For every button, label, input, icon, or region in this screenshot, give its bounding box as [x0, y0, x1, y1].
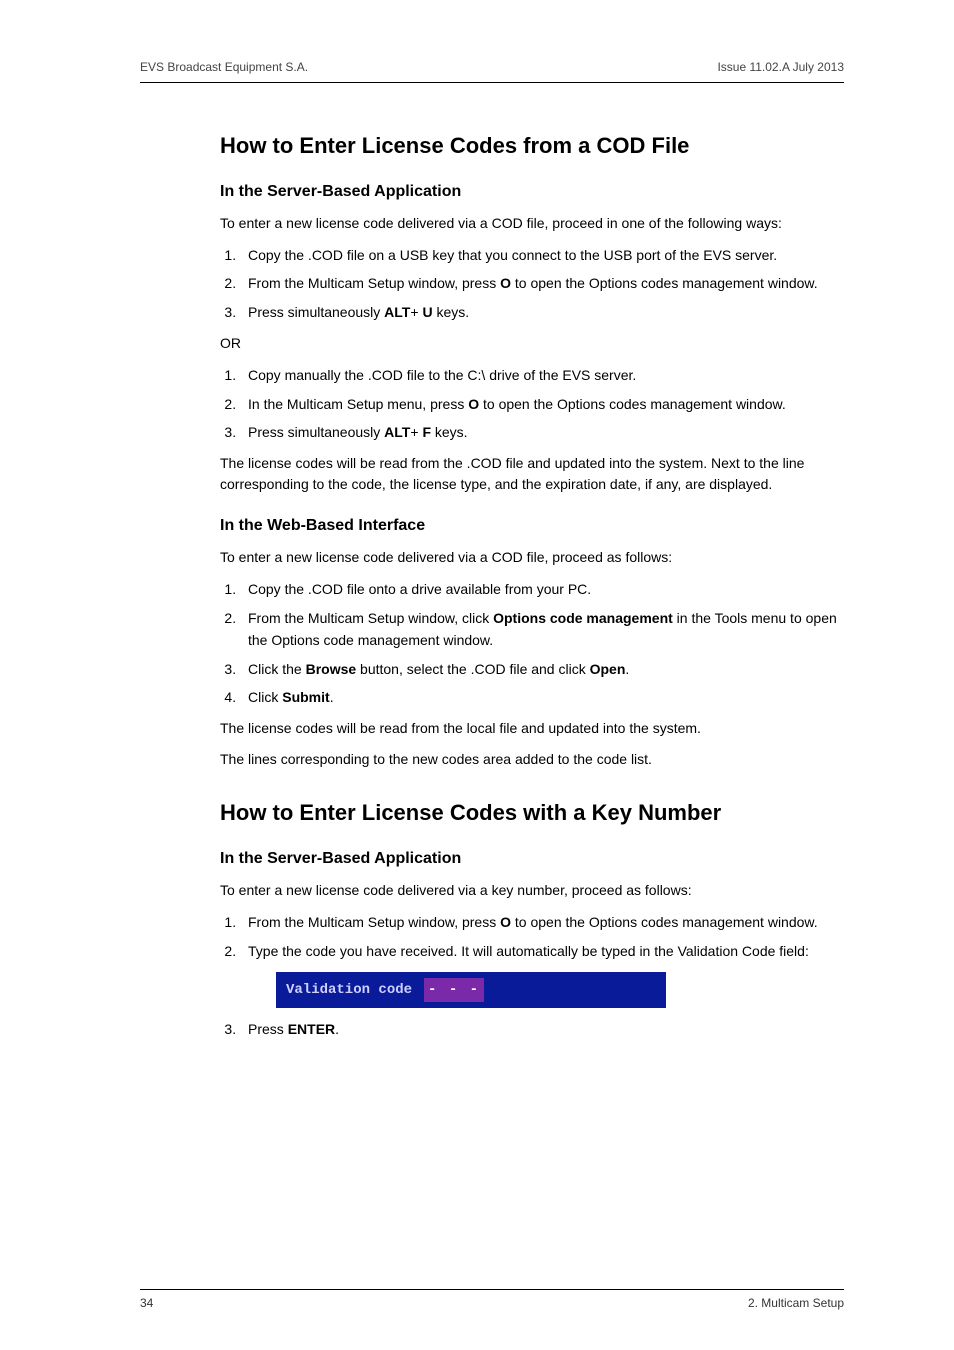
or-separator: OR	[220, 333, 844, 354]
validation-code-label: Validation code	[286, 979, 412, 1001]
subsection-heading: In the Web-Based Interface	[220, 517, 844, 535]
header-right: Issue 11.02.A July 2013	[717, 60, 844, 74]
bold-text: U	[422, 304, 432, 320]
text: From the Multicam Setup window, click	[248, 610, 493, 626]
bold-text: Submit	[282, 689, 329, 705]
bold-text: ALT	[384, 424, 410, 440]
text: Click	[248, 689, 282, 705]
validation-code-field[interactable]: - - -	[424, 978, 484, 1002]
text: keys.	[433, 304, 470, 320]
subsection-heading: In the Server-Based Application	[220, 850, 844, 868]
text: In the Multicam Setup menu, press	[248, 396, 468, 412]
text: button, select the .COD file and click	[356, 661, 589, 677]
bold-text: ENTER	[288, 1021, 335, 1037]
bold-text: O	[500, 914, 511, 930]
text: Press simultaneously	[248, 304, 384, 320]
ordered-list: Copy the .COD file on a USB key that you…	[240, 244, 844, 323]
text: +	[410, 424, 422, 440]
bold-text: O	[500, 275, 511, 291]
text: From the Multicam Setup window, press	[248, 275, 500, 291]
list-item: Click the Browse button, select the .COD…	[240, 658, 844, 680]
list-item: From the Multicam Setup window, click Op…	[240, 607, 844, 652]
list-item: Type the code you have received. It will…	[240, 940, 844, 1009]
bold-text: Open	[590, 661, 626, 677]
list-item: Click Submit.	[240, 686, 844, 708]
list-item: From the Multicam Setup window, press O …	[240, 911, 844, 933]
text: +	[410, 304, 422, 320]
validation-code-box: Validation code - - -	[276, 972, 666, 1008]
ordered-list: From the Multicam Setup window, press O …	[240, 911, 844, 1041]
text: .	[330, 689, 334, 705]
paragraph: To enter a new license code delivered vi…	[220, 880, 844, 901]
list-item: Copy the .COD file onto a drive availabl…	[240, 578, 844, 600]
bold-text: O	[468, 396, 479, 412]
list-item: Copy manually the .COD file to the C:\ d…	[240, 364, 844, 386]
bold-text: Options code management	[493, 610, 673, 626]
bold-text: F	[422, 424, 431, 440]
text: to open the Options codes management win…	[511, 275, 818, 291]
bold-text: Browse	[306, 661, 357, 677]
paragraph: To enter a new license code delivered vi…	[220, 213, 844, 234]
text: Press simultaneously	[248, 424, 384, 440]
text: .	[335, 1021, 339, 1037]
text: .	[625, 661, 629, 677]
list-item: Press ENTER.	[240, 1018, 844, 1040]
list-item: From the Multicam Setup window, press O …	[240, 272, 844, 294]
footer-section: 2. Multicam Setup	[748, 1296, 844, 1310]
paragraph: The license codes will be read from the …	[220, 718, 844, 739]
list-item: In the Multicam Setup menu, press O to o…	[240, 393, 844, 415]
document-page: EVS Broadcast Equipment S.A. Issue 11.02…	[0, 0, 954, 1350]
paragraph: The lines corresponding to the new codes…	[220, 749, 844, 770]
page-number: 34	[140, 1296, 153, 1310]
list-item: Press simultaneously ALT+ F keys.	[240, 421, 844, 443]
paragraph: The license codes will be read from the …	[220, 453, 844, 495]
list-item: Press simultaneously ALT+ U keys.	[240, 301, 844, 323]
text: Type the code you have received. It will…	[248, 943, 809, 959]
page-content: How to Enter License Codes from a COD Fi…	[220, 133, 844, 1041]
text: Press	[248, 1021, 288, 1037]
list-item: Copy the .COD file on a USB key that you…	[240, 244, 844, 266]
page-footer: 34 2. Multicam Setup	[140, 1289, 844, 1310]
bold-text: ALT	[384, 304, 410, 320]
text: Click the	[248, 661, 306, 677]
text: to open the Options codes management win…	[511, 914, 818, 930]
ordered-list: Copy manually the .COD file to the C:\ d…	[240, 364, 844, 443]
paragraph: To enter a new license code delivered vi…	[220, 547, 844, 568]
section-heading: How to Enter License Codes with a Key Nu…	[220, 800, 844, 826]
text: keys.	[431, 424, 468, 440]
page-header: EVS Broadcast Equipment S.A. Issue 11.02…	[140, 60, 844, 83]
text: to open the Options codes management win…	[479, 396, 786, 412]
header-left: EVS Broadcast Equipment S.A.	[140, 60, 308, 74]
ordered-list: Copy the .COD file onto a drive availabl…	[240, 578, 844, 708]
text: From the Multicam Setup window, press	[248, 914, 500, 930]
section-heading: How to Enter License Codes from a COD Fi…	[220, 133, 844, 159]
subsection-heading: In the Server-Based Application	[220, 183, 844, 201]
